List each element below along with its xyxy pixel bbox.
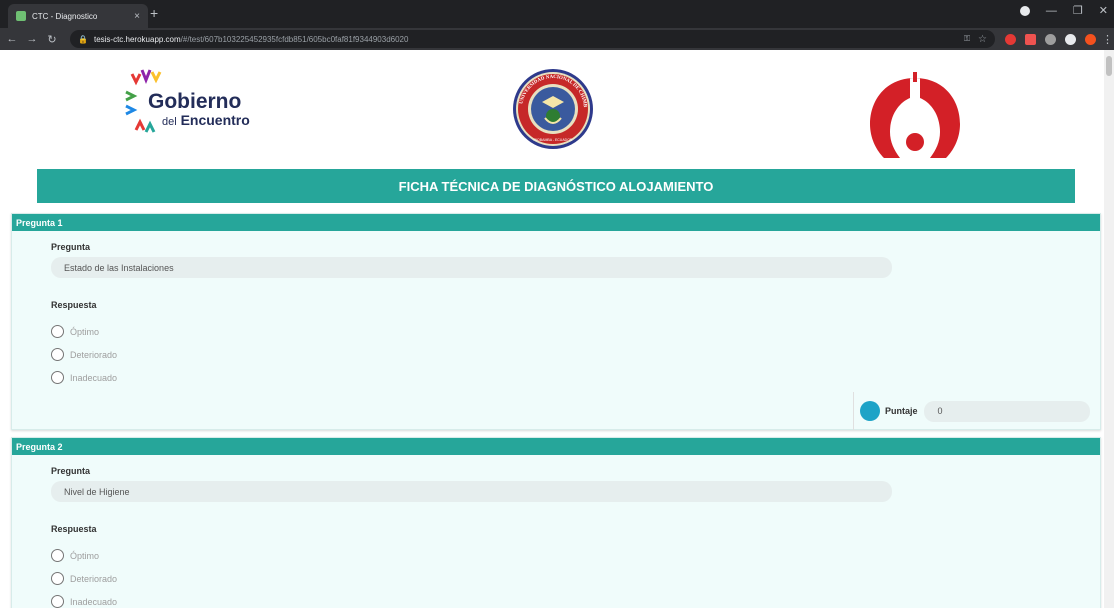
radio-button[interactable]: [51, 572, 64, 585]
bookmark-star-icon[interactable]: ☆: [978, 34, 987, 45]
page-banner: FICHA TÉCNICA DE DIAGNÓSTICO ALOJAMIENTO: [37, 169, 1075, 203]
radio-option[interactable]: Deteriorado: [51, 348, 117, 361]
scrollbar-thumb[interactable]: [1106, 56, 1112, 76]
pregunta-field: Estado de las Instalaciones: [51, 257, 892, 278]
pregunta-value: Estado de las Instalaciones: [64, 262, 174, 273]
question-number: Pregunta 1: [16, 217, 63, 228]
radio-button[interactable]: [51, 348, 64, 361]
extensions-puzzle-icon[interactable]: [1065, 33, 1076, 45]
forward-icon[interactable]: →: [24, 33, 40, 45]
seal-bottom-text: RIOBAMBA - ECUADOR: [534, 138, 573, 142]
back-icon[interactable]: ←: [4, 33, 20, 45]
page-title: FICHA TÉCNICA DE DIAGNÓSTICO ALOJAMIENTO: [398, 178, 714, 194]
puntaje-label: Puntaje: [885, 406, 918, 416]
tab-title: CTC - Diagnostico: [32, 11, 98, 21]
question-number: Pregunta 2: [16, 441, 63, 452]
radio-button[interactable]: [51, 549, 64, 562]
lock-icon: 🔒: [78, 34, 88, 44]
page-content: Gobierno del Encuentro UNIVERSIDAD NACIO…: [0, 50, 1114, 608]
radio-option-label: Óptimo: [70, 326, 100, 337]
respuesta-label: Respuesta: [51, 300, 97, 310]
puntaje-field: 0: [923, 400, 1090, 422]
pregunta-value: Nivel de Higiene: [64, 486, 130, 497]
radio-option-label: Inadecuado: [70, 372, 118, 383]
gobierno-subtitle: del Encuentro: [162, 112, 250, 128]
ctc-logo: [870, 72, 960, 158]
browser-menu-icon[interactable]: ⋮: [1102, 33, 1113, 46]
question-header: Pregunta 2: [12, 438, 1100, 455]
adblock-extension-icon[interactable]: [1005, 33, 1016, 45]
url-path: /#/test/607b103225452935fcfdb851/605bc0f…: [180, 34, 409, 44]
pregunta-label: Pregunta: [51, 242, 91, 252]
radio-option-label: Inadecuado: [70, 596, 118, 607]
gobierno-subtitle-prefix: del: [162, 116, 177, 128]
extension-icon[interactable]: [1025, 33, 1036, 45]
respuesta-label: Respuesta: [51, 524, 97, 534]
reload-icon[interactable]: ↻: [44, 33, 60, 46]
gobierno-subtitle-main: Encuentro: [180, 112, 250, 128]
address-bar[interactable]: 🔒 tesis-ctc.herokuapp.com /#/test/607b10…: [70, 30, 995, 48]
radio-option[interactable]: Deteriorado: [51, 572, 117, 585]
minimize-icon[interactable]: —: [1046, 5, 1057, 17]
puntaje-value: 0: [937, 406, 943, 416]
radio-option[interactable]: Óptimo: [51, 325, 99, 338]
radio-button[interactable]: [51, 325, 64, 338]
pregunta-label: Pregunta: [51, 466, 91, 476]
radio-button[interactable]: [51, 595, 64, 608]
browser-tab[interactable]: CTC - Diagnostico ×: [8, 4, 148, 28]
radio-option[interactable]: Inadecuado: [51, 595, 117, 608]
radio-option[interactable]: Óptimo: [51, 549, 99, 562]
tab-favicon-icon: [16, 11, 26, 21]
gobierno-title: Gobierno: [148, 90, 242, 113]
gobierno-logo: Gobierno del Encuentro: [125, 68, 266, 138]
question-header: Pregunta 1: [12, 214, 1100, 231]
account-avatar-icon[interactable]: [1085, 33, 1096, 45]
question-card: Pregunta 2 Pregunta Nivel de Higiene Res…: [11, 437, 1101, 608]
score-section: Puntaje 0: [853, 392, 1101, 430]
radio-option-label: Óptimo: [70, 550, 100, 561]
url-host: tesis-ctc.herokuapp.com: [93, 34, 181, 44]
score-indicator-icon: [860, 401, 880, 421]
radio-option[interactable]: Inadecuado: [51, 371, 117, 384]
profile-icon[interactable]: [1019, 5, 1030, 16]
close-window-icon[interactable]: ✕: [1099, 4, 1108, 17]
radio-option-label: Deteriorado: [70, 573, 118, 584]
question-card: Pregunta 1 Pregunta Estado de las Instal…: [11, 213, 1101, 430]
radio-button[interactable]: [51, 371, 64, 384]
key-icon[interactable]: ⚿: [964, 34, 970, 44]
extension-icon[interactable]: [1045, 33, 1056, 45]
maximize-icon[interactable]: ❐: [1073, 4, 1083, 17]
window-controls: — ❐ ✕: [1019, 4, 1108, 17]
logo-header: Gobierno del Encuentro UNIVERSIDAD NACIO…: [0, 50, 1104, 165]
pregunta-field: Nivel de Higiene: [51, 481, 892, 502]
tab-close-icon[interactable]: ×: [134, 11, 140, 22]
university-seal-logo: UNIVERSIDAD NACIONAL DE CHIMBORAZO RIOBA…: [512, 68, 593, 149]
page-scrollbar[interactable]: [1104, 50, 1114, 608]
browser-tab-bar: CTC - Diagnostico × + — ❐ ✕: [0, 0, 1114, 28]
radio-option-label: Deteriorado: [70, 349, 118, 360]
new-tab-button[interactable]: +: [150, 6, 158, 20]
extensions-area: [1005, 33, 1096, 45]
browser-toolbar: ← → ↻ 🔒 tesis-ctc.herokuapp.com /#/test/…: [0, 28, 1114, 50]
